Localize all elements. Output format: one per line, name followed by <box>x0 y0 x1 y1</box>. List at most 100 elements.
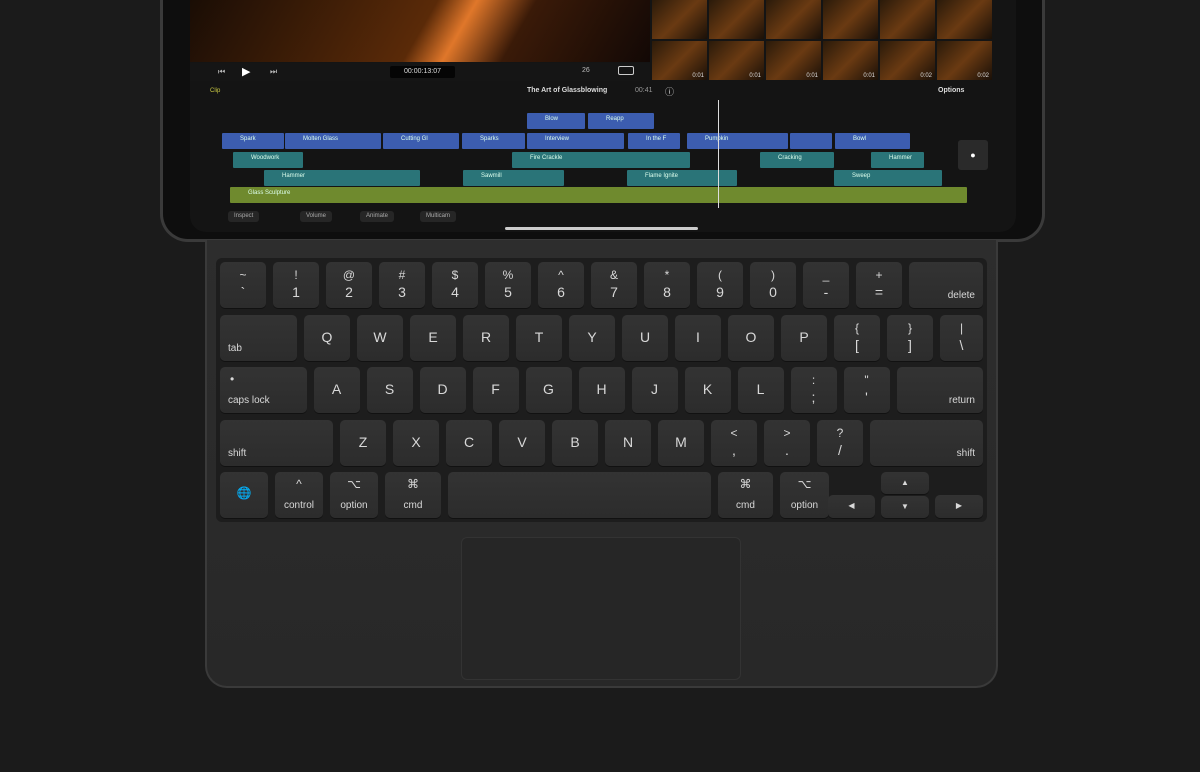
key[interactable]: ? / <box>817 420 863 466</box>
timeline-clip[interactable]: Sweep <box>834 170 942 186</box>
key[interactable]: ⌘ cmd <box>385 472 441 518</box>
info-icon[interactable]: ⓘ <box>665 85 674 98</box>
thumbnail[interactable] <box>823 0 878 39</box>
key[interactable]: }] <box>887 315 933 361</box>
key[interactable]: J <box>631 367 678 413</box>
key[interactable]: R <box>463 315 509 361</box>
key[interactable]: S <box>366 367 413 413</box>
key[interactable]: C <box>446 420 492 466</box>
play-icon[interactable]: ▶ <box>242 65 250 78</box>
thumbnail[interactable]: 0:01 <box>709 41 764 80</box>
playhead[interactable] <box>718 100 719 208</box>
key[interactable]: >. <box>764 420 810 466</box>
trackpad[interactable] <box>461 537 741 680</box>
toolbar-button-animate[interactable]: Animate <box>360 211 395 222</box>
key[interactable]: | \ <box>940 315 983 361</box>
timeline-clip[interactable]: Cutting Gl <box>383 133 459 149</box>
thumbnail[interactable] <box>709 0 764 39</box>
timeline-clip[interactable]: Sparks <box>462 133 525 149</box>
key[interactable]: * 8 <box>644 262 690 308</box>
timeline-clip[interactable]: In the F <box>628 133 680 149</box>
arrow-up-key[interactable]: ▲ <box>881 472 929 494</box>
timeline-clip[interactable]: Reapp <box>588 113 654 129</box>
key[interactable]: ! 1 <box>273 262 319 308</box>
key[interactable]: ⌥ option <box>330 472 378 518</box>
thumbnail[interactable] <box>880 0 935 39</box>
key[interactable]: shift <box>220 420 333 466</box>
key[interactable]: @2 <box>326 262 372 308</box>
key[interactable]: shift <box>870 420 983 466</box>
timeline-clip[interactable]: Flame Ignite <box>627 170 737 186</box>
arrow-right-key[interactable]: ▶ <box>935 495 983 518</box>
key[interactable]: Y <box>569 315 615 361</box>
key[interactable]: ~ ` <box>220 262 266 308</box>
key[interactable]: :; <box>790 367 837 413</box>
frame-rate[interactable]: 26 <box>582 67 590 74</box>
key[interactable]: X <box>393 420 439 466</box>
key[interactable]: ⌘ cmd <box>718 472 773 518</box>
thumbnail[interactable]: 0:01 <box>652 41 707 80</box>
timeline-clip[interactable]: Sawmill <box>463 170 564 186</box>
thumbnail[interactable]: 0:02 <box>880 41 935 80</box>
timeline-zoom-control[interactable]: ● <box>958 140 988 170</box>
thumbnail[interactable] <box>937 0 992 39</box>
key[interactable]: return <box>896 367 983 413</box>
key[interactable]: <, <box>711 420 757 466</box>
key[interactable]: Z <box>340 420 386 466</box>
thumbnail[interactable] <box>766 0 821 39</box>
key[interactable]: #3 <box>379 262 425 308</box>
toolbar-button-volume[interactable]: Volume <box>300 211 333 222</box>
clip-label[interactable]: Clip <box>210 88 220 94</box>
timeline-clip[interactable]: Bowl <box>835 133 910 149</box>
timeline-clip[interactable]: Molten Glass <box>285 133 381 149</box>
key[interactable]: {[ <box>834 315 880 361</box>
toolbar-button-multicam[interactable]: Multicam <box>420 211 457 222</box>
key[interactable]: N <box>605 420 651 466</box>
timeline-clip[interactable] <box>790 133 832 149</box>
key[interactable]: tab <box>220 315 297 361</box>
key[interactable]: B <box>552 420 598 466</box>
options-button[interactable]: Options <box>938 87 964 94</box>
timeline-clip[interactable]: Woodwork <box>233 152 303 168</box>
key[interactable]: I <box>675 315 721 361</box>
thumbnail[interactable] <box>652 0 707 39</box>
timeline-clip[interactable]: Pumpkin <box>687 133 788 149</box>
thumbnail[interactable]: 0:01 <box>823 41 878 80</box>
thumbnail[interactable]: 0:01 <box>766 41 821 80</box>
key[interactable]: _ - <box>803 262 849 308</box>
timeline-clip[interactable]: Blow <box>527 113 585 129</box>
key[interactable]: " ' <box>843 367 890 413</box>
key[interactable]: A <box>313 367 360 413</box>
key[interactable]: M <box>658 420 704 466</box>
key[interactable]: U <box>622 315 668 361</box>
timeline-clip[interactable]: Spark <box>222 133 284 149</box>
key[interactable]: L <box>737 367 784 413</box>
timeline-clip[interactable]: Cracking <box>760 152 834 168</box>
key[interactable]: F <box>472 367 519 413</box>
key[interactable]: • caps lock <box>220 367 307 413</box>
arrow-down-key[interactable]: ▼ <box>881 496 929 518</box>
fullscreen-icon[interactable] <box>618 66 634 75</box>
timeline-clip[interactable]: Fire Crackle <box>512 152 690 168</box>
key[interactable]: V <box>499 420 545 466</box>
key[interactable]: ^ 6 <box>538 262 584 308</box>
key[interactable]: 🌐 <box>220 472 268 518</box>
timeline-clip[interactable]: Hammer <box>871 152 924 168</box>
timeline-clip[interactable]: Interview <box>527 133 624 149</box>
key[interactable]: O <box>728 315 774 361</box>
key[interactable]: & 7 <box>591 262 637 308</box>
key[interactable]: (9 <box>697 262 743 308</box>
key[interactable]: $4 <box>432 262 478 308</box>
skip-forward-icon[interactable]: ⏭ <box>270 67 277 77</box>
key[interactable]: ^ control <box>275 472 323 518</box>
key[interactable]: ) 0 <box>750 262 796 308</box>
key[interactable]: ⌥ option <box>780 472 829 518</box>
timeline-clip[interactable]: Hammer <box>264 170 420 186</box>
key[interactable] <box>448 472 711 518</box>
key[interactable]: T <box>516 315 562 361</box>
arrow-left-key[interactable]: ◀ <box>828 495 875 518</box>
key[interactable]: + = <box>856 262 902 308</box>
key[interactable]: % 5 <box>485 262 531 308</box>
toolbar-button-inspect[interactable]: Inspect <box>228 211 260 222</box>
key[interactable]: H <box>578 367 625 413</box>
